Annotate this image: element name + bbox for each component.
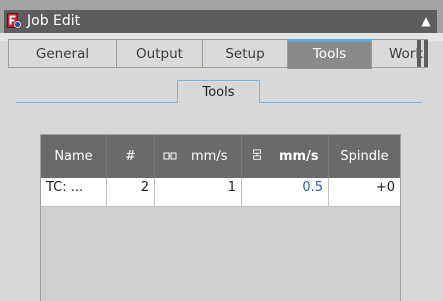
tab-output[interactable]: Output [116, 39, 203, 68]
tab-scroll-handle[interactable] [414, 40, 431, 67]
chevron-up-icon[interactable]: ▲ [417, 11, 435, 31]
group-title-tools: Tools [177, 80, 260, 103]
tab-tools[interactable]: Tools [287, 39, 372, 69]
vertical-feed-icon [253, 149, 261, 160]
window-title: Job Edit [27, 13, 81, 29]
horizontal-feed-icon [163, 152, 177, 160]
header-vertical-feed[interactable]: mm/s [242, 135, 329, 178]
job-edit-icon [7, 13, 21, 28]
table-header: Name # mm/s mm/s Spindle [41, 135, 400, 178]
header-number[interactable]: # [107, 135, 155, 178]
cell-spindle[interactable]: +0 [329, 178, 400, 207]
tab-general[interactable]: General [8, 39, 117, 68]
header-name[interactable]: Name [41, 135, 107, 178]
tools-table: Name # mm/s mm/s Spindle TC: ... 2 1 0.5… [40, 134, 401, 301]
cell-horizontal-feed[interactable]: 1 [155, 178, 242, 207]
header-spindle[interactable]: Spindle [329, 135, 400, 178]
vertical-feed-label: mm/s [279, 149, 319, 164]
cell-number[interactable]: 2 [107, 178, 155, 207]
group-divider-left [16, 102, 177, 103]
cell-name[interactable]: TC: ... [41, 178, 107, 207]
tab-setup[interactable]: Setup [202, 39, 288, 68]
table-row[interactable]: TC: ... 2 1 0.5 +0 [41, 178, 400, 207]
horizontal-feed-label: mm/s [191, 149, 228, 164]
cell-vertical-feed[interactable]: 0.5 [242, 178, 329, 207]
header-horizontal-feed[interactable]: mm/s [155, 135, 242, 178]
group-divider-right [260, 102, 422, 103]
tab-bar: General Output Setup Tools Workp [8, 39, 428, 69]
